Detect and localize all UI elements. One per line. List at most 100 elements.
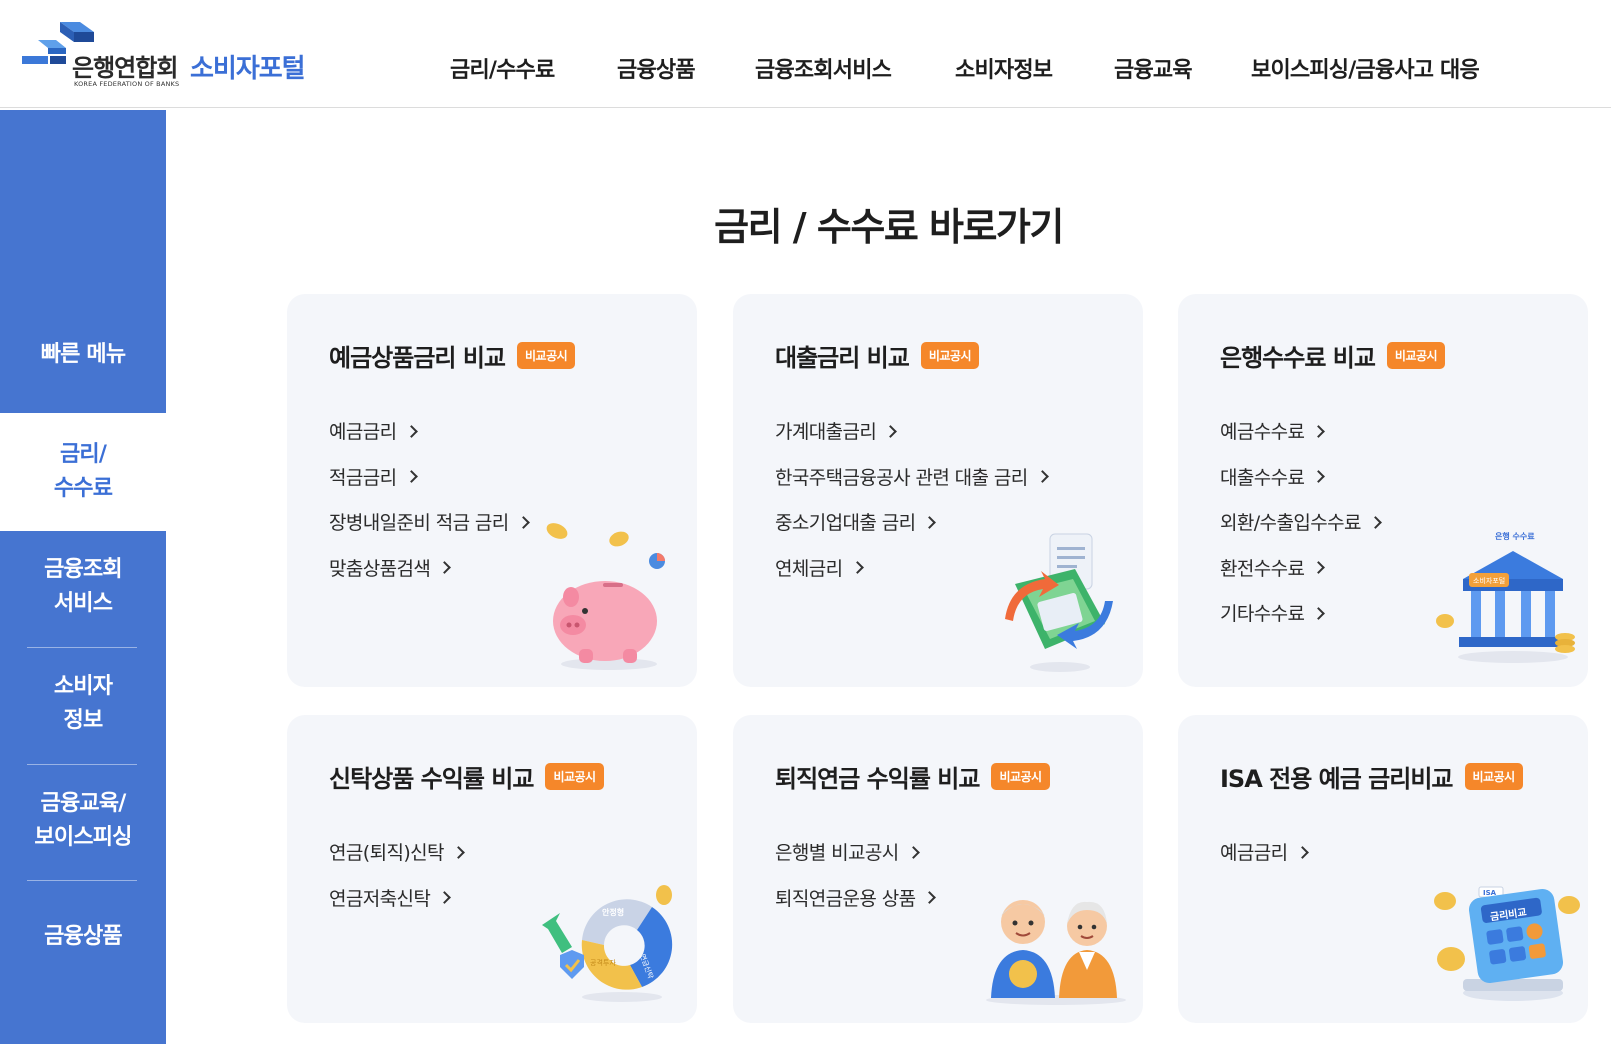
chevron-right-icon <box>404 424 418 438</box>
sidebar-divider <box>27 880 137 881</box>
link-pension-products[interactable]: 퇴직연금운용 상품 <box>775 875 937 921</box>
nav-item-financial-products[interactable]: 금융상품 <box>617 52 696 84</box>
illus-sign-text: 소비자포털 <box>1473 576 1505 585</box>
nav-item-rates-fees[interactable]: 금리/수수료 <box>450 52 555 84</box>
link-exchange-fee[interactable]: 환전수수료 <box>1220 545 1380 591</box>
link-label: 기타수수료 <box>1220 603 1305 626</box>
card-link-list: 예금수수료 대출수수료 외환/수출입수수료 환전수수료 기타수수료 <box>1220 408 1382 636</box>
card-title: 대출금리 비교 <box>775 344 910 372</box>
card-header: ISA 전용 예금 금리비교 비교공시 <box>1220 759 1523 794</box>
page-title: 금리 / 수수료 바로가기 <box>714 205 1064 249</box>
sidebar-divider <box>27 647 137 648</box>
link-label: 대출수수료 <box>1220 466 1305 489</box>
link-bank-comparison[interactable]: 은행별 비교공시 <box>775 829 934 875</box>
sidebar-item-label: 금리/ <box>59 442 107 467</box>
nav-item-voice-phishing[interactable]: 보이스피싱/금융사고 대응 <box>1251 52 1480 84</box>
link-label: 가계대출금리 <box>775 421 877 444</box>
retired-couple-icon <box>986 900 1126 1005</box>
card-isa-deposit-rates: ISA 전용 예금 금리비교 비교공시 예금금리 ISA 금리비교 <box>1178 715 1588 1023</box>
card-trust-yield: 신탁상품 수익률 비교 비교공시 연금(퇴직)신탁 연금저축신탁 안정형 공격투… <box>287 715 697 1023</box>
chevron-right-icon <box>438 891 452 905</box>
chevron-right-icon <box>884 424 898 438</box>
sidebar-item-financial-products[interactable]: 금융상품 <box>0 920 166 954</box>
sidebar-item-label: 소비자 <box>53 674 113 699</box>
link-pension-trust[interactable]: 연금(퇴직)신탁 <box>329 829 465 875</box>
donut-chart-icon: 안정형 공격투자 연금신탁 <box>542 885 673 1002</box>
sidebar-divider <box>27 764 137 765</box>
link-label: 예금금리 <box>329 421 397 444</box>
card-header: 예금상품금리 비교 비교공시 <box>329 338 576 373</box>
link-label: 연금저축신탁 <box>329 887 431 910</box>
link-soldier-savings-rate[interactable]: 장병내일준비 적금 금리 <box>329 499 530 545</box>
link-savings-rate[interactable]: 적금금리 <box>329 454 528 500</box>
sidebar-item-education-phishing[interactable]: 금융교육/ 보이스피싱 <box>0 787 166 855</box>
link-isa-deposit-rate[interactable]: 예금금리 <box>1220 829 1309 875</box>
link-label: 예금금리 <box>1220 842 1288 865</box>
link-household-loan-rate[interactable]: 가계대출금리 <box>775 408 1047 454</box>
bank-building-icon: 은행 수수료 소비자포털 <box>1436 531 1575 663</box>
link-label: 연체금리 <box>775 557 843 580</box>
link-hf-loan-rate[interactable]: 한국주택금융공사 관련 대출 금리 <box>775 454 1049 500</box>
card-loan-rates: 대출금리 비교 비교공시 가계대출금리 한국주택금융공사 관련 대출 금리 중소… <box>733 294 1143 687</box>
card-bank-fees: 은행수수료 비교 비교공시 예금수수료 대출수수료 외환/수출입수수료 환전수수… <box>1178 294 1588 687</box>
chevron-right-icon <box>452 845 465 859</box>
card-header: 대출금리 비교 비교공시 <box>775 338 980 373</box>
card-title: 은행수수료 비교 <box>1220 344 1376 372</box>
comparison-badge: 비교공시 <box>1464 763 1523 790</box>
card-link-list: 예금금리 <box>1220 829 1309 875</box>
nav-item-consumer-info[interactable]: 소비자정보 <box>955 52 1053 84</box>
link-custom-product-search[interactable]: 맞춤상품검색 <box>329 545 528 591</box>
illus-label: 안정형 <box>602 907 624 917</box>
illus-label: 공격투자 <box>590 958 616 967</box>
link-other-fee[interactable]: 기타수수료 <box>1220 590 1380 636</box>
card-title: 예금상품금리 비교 <box>329 344 506 372</box>
sidebar-item-label: 금융조회 <box>44 557 123 582</box>
chevron-right-icon <box>1312 424 1326 438</box>
card-title: 신탁상품 수익률 비교 <box>329 765 534 793</box>
comparison-badge: 비교공시 <box>920 342 980 369</box>
chevron-right-icon <box>1312 561 1326 575</box>
sidebar-item-label: 서비스 <box>53 591 113 616</box>
card-title: ISA 전용 예금 금리비교 <box>1220 765 1453 793</box>
site-logo[interactable]: 은행연합회 KOREA FEDERATION OF BANKS 소비자포털 <box>22 18 332 90</box>
link-label: 환전수수료 <box>1220 557 1305 580</box>
chevron-right-icon <box>1368 515 1382 529</box>
card-header: 신탁상품 수익률 비교 비교공시 <box>329 759 604 794</box>
card-title: 퇴직연금 수익률 비교 <box>775 765 980 793</box>
link-deposit-fee[interactable]: 예금수수료 <box>1220 408 1380 454</box>
link-deposit-rate[interactable]: 예금금리 <box>329 408 528 454</box>
link-label: 외환/수출입수수료 <box>1220 512 1361 535</box>
chevron-right-icon <box>1035 470 1049 484</box>
card-header: 퇴직연금 수익률 비교 비교공시 <box>775 759 1050 794</box>
chevron-right-icon <box>906 845 920 859</box>
link-label: 연금(퇴직)신탁 <box>329 842 445 865</box>
chevron-right-icon <box>923 891 937 905</box>
logo-korean-text: 은행연합회 <box>72 54 178 82</box>
link-loan-fee[interactable]: 대출수수료 <box>1220 454 1380 500</box>
card-link-list: 예금금리 적금금리 장병내일준비 적금 금리 맞춤상품검색 <box>329 408 530 591</box>
logo-english-text: KOREA FEDERATION OF BANKS <box>74 80 180 88</box>
sidebar-item-rates-fees[interactable]: 금리/ 수수료 <box>0 413 166 531</box>
sidebar-item-quick-menu[interactable]: 빠른 메뉴 <box>0 338 166 372</box>
nav-item-education[interactable]: 금융교육 <box>1114 52 1193 84</box>
comparison-badge: 비교공시 <box>991 763 1050 790</box>
chevron-right-icon <box>404 470 418 484</box>
link-pension-savings-trust[interactable]: 연금저축신탁 <box>329 875 463 921</box>
link-label: 은행별 비교공시 <box>775 842 899 865</box>
money-exchange-icon <box>1005 533 1113 672</box>
nav-item-inquiry-services[interactable]: 금융조회서비스 <box>755 52 892 84</box>
chevron-right-icon <box>438 561 452 575</box>
link-fx-trade-fee[interactable]: 외환/수출입수수료 <box>1220 499 1382 545</box>
chevron-right-icon <box>923 515 937 529</box>
comparison-badge: 비교공시 <box>517 342 576 369</box>
illus-label: 은행 수수료 <box>1495 531 1535 541</box>
card-link-list: 연금(퇴직)신탁 연금저축신탁 <box>329 829 465 921</box>
sidebar-item-consumer-info[interactable]: 소비자 정보 <box>0 670 166 738</box>
chevron-right-icon <box>1312 606 1326 620</box>
sidebar-item-inquiry-services[interactable]: 금융조회 서비스 <box>0 553 166 621</box>
logo-portal-text: 소비자포털 <box>190 54 306 84</box>
site-header: 은행연합회 KOREA FEDERATION OF BANKS 소비자포털 금리… <box>0 0 1611 108</box>
chevron-right-icon <box>850 561 864 575</box>
chevron-right-icon <box>1312 470 1326 484</box>
piggy-bank-icon <box>546 523 665 670</box>
